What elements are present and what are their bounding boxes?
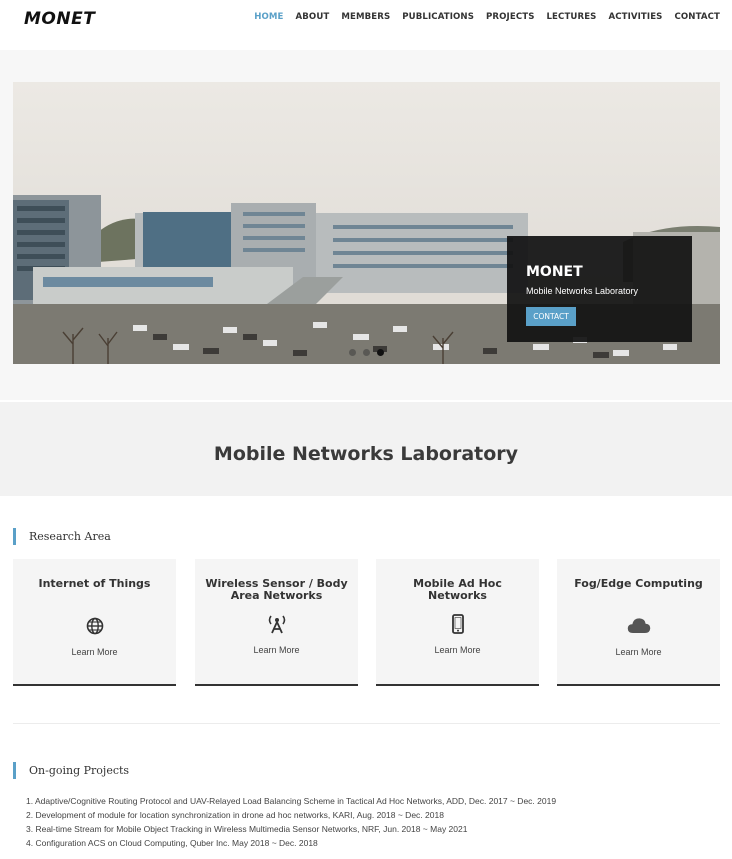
lab-title-section: Mobile Networks Laboratory [0, 402, 732, 496]
nav-members[interactable]: MEMBERS [341, 12, 390, 22]
caption-subtitle: Mobile Networks Laboratory [526, 286, 639, 296]
slider-dot-1[interactable] [349, 349, 356, 356]
nav-lectures[interactable]: LECTURES [546, 12, 596, 22]
project-item: 1. Adaptive/Cognitive Routing Protocol a… [26, 796, 557, 806]
site-logo[interactable]: MONET [24, 9, 95, 29]
slider-dot-3[interactable] [377, 349, 384, 356]
nav-projects[interactable]: PROJECTS [486, 12, 534, 22]
research-card-manet[interactable]: Mobile Ad Hoc Networks Learn More [376, 559, 539, 686]
ongoing-projects-heading: On-going Projects [13, 762, 129, 779]
caption-title: MONET [526, 264, 583, 280]
antenna-icon [195, 614, 358, 639]
mobile-phone-icon [376, 614, 539, 639]
research-card-iot[interactable]: Internet of Things Learn More [13, 559, 176, 686]
section-divider [13, 723, 720, 724]
site-header: MONET HOME ABOUT MEMBERS PUBLICATIONS PR… [0, 0, 732, 50]
nav-publications[interactable]: PUBLICATIONS [402, 12, 474, 22]
lab-title: Mobile Networks Laboratory [213, 443, 519, 465]
contact-button[interactable]: CONTACT [526, 307, 576, 326]
project-item: 4. Configuration ACS on Cloud Computing,… [26, 838, 318, 848]
research-card-wsn[interactable]: Wireless Sensor / Body Area Networks Lea… [195, 559, 358, 686]
main-nav: HOME ABOUT MEMBERS PUBLICATIONS PROJECTS… [242, 12, 720, 22]
card-title: Internet of Things [38, 577, 151, 590]
project-list: 1. Adaptive/Cognitive Routing Protocol a… [26, 794, 556, 850]
nav-home[interactable]: HOME [254, 12, 283, 22]
project-item: 2. Development of module for location sy… [26, 810, 444, 820]
nav-about[interactable]: ABOUT [296, 12, 330, 22]
slider-dot-2[interactable] [363, 349, 370, 356]
nav-contact[interactable]: CONTACT [674, 12, 720, 22]
card-title: Fog/Edge Computing [574, 577, 703, 590]
globe-icon [13, 617, 176, 640]
learn-more-link[interactable]: Learn More [13, 647, 176, 657]
learn-more-link[interactable]: Learn More [376, 645, 539, 655]
learn-more-link[interactable]: Learn More [557, 647, 720, 657]
cloud-icon [557, 617, 720, 639]
research-area-heading: Research Area [13, 528, 111, 545]
nav-activities[interactable]: ACTIVITIES [608, 12, 662, 22]
card-title: Wireless Sensor / Body Area Networks [205, 577, 348, 602]
project-item: 3. Real-time Stream for Mobile Object Tr… [26, 824, 468, 834]
hero-caption: MONET Mobile Networks Laboratory CONTACT [507, 236, 692, 342]
card-title: Mobile Ad Hoc Networks [413, 577, 502, 602]
research-card-fog[interactable]: Fog/Edge Computing Learn More [557, 559, 720, 686]
slider-pagination [349, 349, 391, 356]
hero-slider[interactable]: MONET Mobile Networks Laboratory CONTACT [13, 82, 720, 364]
learn-more-link[interactable]: Learn More [195, 645, 358, 655]
